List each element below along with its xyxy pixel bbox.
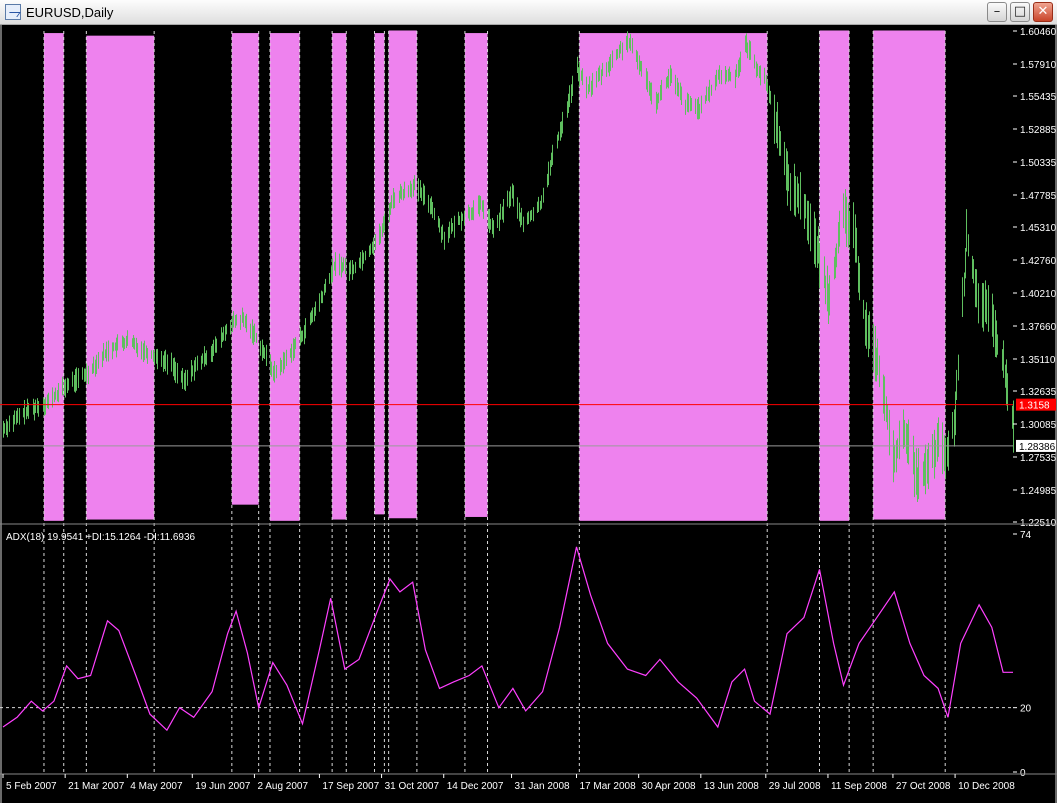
indicator-label: ADX(18) 19.9541 +DI:15.1264 -DI:11.6936 — [6, 532, 196, 543]
title-bar: EURUSD,Daily – □ ✕ — [0, 0, 1057, 25]
adx-axis: 74200 — [1013, 530, 1032, 779]
price-series — [3, 31, 1014, 503]
price-tick-label: 1.40210 — [1020, 289, 1057, 300]
highlight-band-4 — [269, 33, 300, 521]
price-tick-label: 1.45310 — [1020, 223, 1057, 234]
price-tick-label: 1.32635 — [1020, 387, 1057, 398]
time-tick-label: 4 May 2007 — [130, 781, 183, 792]
close-icon: ✕ — [1037, 4, 1049, 19]
bid-price-label: 1.28386 — [1019, 442, 1056, 453]
highlight-band-1 — [43, 33, 64, 521]
current-price-label: 1.3158 — [1019, 401, 1050, 412]
highlight-band-5 — [332, 33, 347, 520]
time-tick-label: 17 Sep 2007 — [322, 781, 379, 792]
time-tick-label: 13 Jun 2008 — [704, 781, 759, 792]
highlight-band-9 — [579, 33, 768, 521]
time-tick-label: 19 Jun 2007 — [195, 781, 250, 792]
time-tick-label: 2 Aug 2007 — [257, 781, 308, 792]
window-title: EURUSD,Daily — [26, 5, 114, 20]
price-tick-label: 1.60460 — [1020, 27, 1057, 38]
time-tick-label: 31 Jan 2008 — [515, 781, 570, 792]
close-button[interactable]: ✕ — [1033, 2, 1053, 22]
minimize-button[interactable]: – — [987, 2, 1007, 22]
time-tick-label: 29 Jul 2008 — [769, 781, 821, 792]
chart-window-icon — [5, 4, 21, 20]
time-tick-label: 5 Feb 2007 — [6, 781, 57, 792]
price-tick-label: 1.55435 — [1020, 92, 1057, 103]
price-tick-label: 1.37660 — [1020, 322, 1057, 333]
time-tick-label: 27 Oct 2008 — [896, 781, 951, 792]
highlight-band-6 — [374, 33, 385, 515]
highlight-band-3 — [231, 33, 259, 505]
price-tick-label: 1.42760 — [1020, 256, 1057, 267]
time-tick-label: 11 Sep 2008 — [831, 781, 887, 792]
price-tick-label: 1.47785 — [1020, 191, 1057, 202]
chart-canvas[interactable]: 1.60460 1.57910 1.55435 1.52885 1.50335 1.477… — [0, 25, 1057, 803]
price-tick-label: 1.27535 — [1020, 453, 1057, 464]
highlight-band-8 — [464, 33, 488, 517]
price-tick-label: 1.24985 — [1020, 486, 1057, 497]
adx-pane — [0, 546, 1013, 732]
price-axis: 1.60460 1.57910 1.55435 1.52885 1.50335 1.477… — [1013, 27, 1057, 529]
maximize-icon: □ — [1013, 4, 1027, 19]
price-tick-label: 1.35110 — [1020, 355, 1056, 366]
band-guide-lines — [43, 31, 946, 772]
price-tick-label: 1.30085 — [1020, 420, 1057, 431]
price-tick-label: 1.57910 — [1020, 60, 1057, 71]
price-tick-label: 1.50335 — [1020, 158, 1057, 169]
time-tick-label: 14 Dec 2007 — [447, 781, 504, 792]
highlight-bands — [43, 30, 946, 521]
minimize-icon: – — [993, 4, 1001, 19]
maximize-button[interactable]: □ — [1010, 2, 1030, 22]
time-tick-label: 10 Dec 2008 — [958, 781, 1015, 792]
time-tick-label: 30 Apr 2008 — [642, 781, 696, 792]
time-axis: 5 Feb 2007 21 Mar 2007 4 May 2007 19 Jun 20… — [0, 773, 1057, 792]
highlight-band-2 — [86, 35, 155, 520]
price-tick-label: 1.52885 — [1020, 125, 1057, 136]
time-tick-label: 31 Oct 2007 — [385, 781, 440, 792]
adx-tick-label: 74 — [1020, 530, 1032, 541]
highlight-band-7 — [388, 30, 417, 519]
adx-tick-label: 20 — [1020, 704, 1032, 715]
time-tick-label: 17 Mar 2008 — [580, 781, 637, 792]
time-tick-label: 21 Mar 2007 — [68, 781, 125, 792]
